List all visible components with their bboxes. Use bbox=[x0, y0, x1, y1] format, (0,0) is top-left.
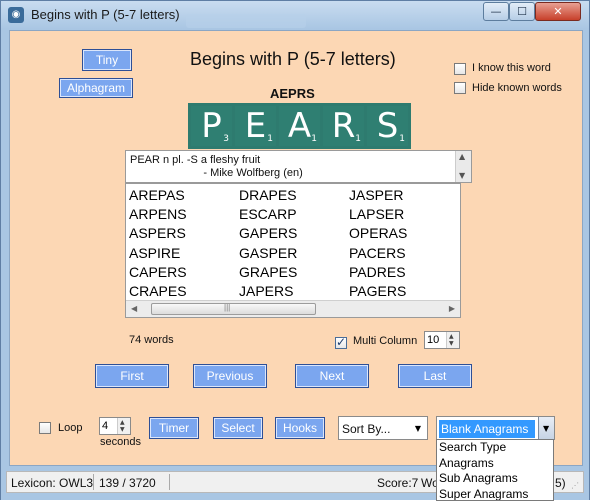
chevron-down-icon: ▼ bbox=[415, 424, 421, 433]
list-item[interactable]: ESCARP bbox=[239, 205, 297, 224]
definition-scrollbar[interactable]: ▲ ▼ bbox=[455, 151, 471, 182]
background-window-hint bbox=[186, 14, 306, 28]
first-button[interactable]: First bbox=[95, 364, 169, 388]
seconds-stepper[interactable]: 4 ▲ ▼ bbox=[99, 417, 131, 435]
definition-box[interactable]: PEAR n pl. -S a fleshy fruit - Mike Wolf… bbox=[125, 150, 472, 183]
window-title: Begins with P (5-7 letters) bbox=[31, 7, 180, 22]
seconds-value: 4 bbox=[102, 420, 108, 432]
multi-column-checkbox[interactable] bbox=[335, 337, 347, 349]
word-list-hscrollbar[interactable]: ◀ ▶ bbox=[126, 300, 460, 317]
status-lexicon: Lexicon: OWL3 bbox=[11, 476, 93, 490]
loop-label: Loop bbox=[58, 422, 82, 434]
stepper-up-icon[interactable]: ▲ bbox=[120, 419, 125, 426]
close-button[interactable]: ✕ bbox=[535, 2, 581, 21]
menu-item-super-anagrams[interactable]: Super Anagrams bbox=[437, 487, 553, 501]
letter-tile: R1 bbox=[323, 106, 364, 146]
main-panel: Tiny Alphagram Begins with P (5-7 letter… bbox=[9, 30, 583, 466]
letter-tile: A1 bbox=[279, 106, 320, 146]
tiny-button[interactable]: Tiny bbox=[82, 49, 132, 71]
list-item[interactable]: DRAPES bbox=[239, 186, 297, 205]
multi-column-label: Multi Column bbox=[353, 335, 417, 347]
alphagram-text: AEPRS bbox=[270, 86, 315, 101]
word-tiles: P3 E1 A1 R1 S1 bbox=[188, 103, 411, 149]
status-score: Score:7 bbox=[377, 476, 418, 490]
scroll-right-arrow-icon[interactable]: ▶ bbox=[449, 304, 455, 313]
page-title: Begins with P (5-7 letters) bbox=[190, 49, 396, 70]
previous-button[interactable]: Previous bbox=[193, 364, 267, 388]
seconds-label: seconds bbox=[100, 436, 141, 448]
stepper-arrows[interactable]: ▲ ▼ bbox=[446, 332, 459, 348]
know-word-label: I know this word bbox=[472, 62, 551, 74]
resize-grip-icon[interactable]: ⋰ bbox=[571, 481, 579, 490]
owl-icon: ◉ bbox=[8, 7, 24, 23]
column-count-value: 10 bbox=[427, 334, 439, 346]
letter-tile: S1 bbox=[367, 106, 408, 146]
scroll-thumb[interactable] bbox=[151, 303, 316, 315]
app-window: ◉ Begins with P (5-7 letters) — ☐ ✕ Tiny… bbox=[0, 0, 590, 500]
know-word-checkbox[interactable] bbox=[454, 63, 466, 75]
menu-item-anagrams[interactable]: Anagrams bbox=[437, 456, 553, 472]
list-item[interactable]: JAPERS bbox=[239, 282, 297, 301]
word-column-2: DRAPES ESCARP GAPERS GASPER GRAPES JAPER… bbox=[239, 186, 297, 301]
menu-item-search-type[interactable]: Search Type bbox=[437, 440, 553, 456]
status-tail: 5) bbox=[555, 476, 566, 490]
loop-checkbox[interactable] bbox=[39, 422, 51, 434]
search-type-value: Blank Anagrams bbox=[439, 420, 535, 438]
stepper-up-icon[interactable]: ▲ bbox=[449, 333, 454, 340]
word-column-3: JASPER LAPSER OPERAS PACERS PADRES PAGER… bbox=[349, 186, 407, 301]
stepper-down-icon[interactable]: ▼ bbox=[449, 340, 454, 347]
list-item[interactable]: LAPSER bbox=[349, 205, 407, 224]
stepper-arrows[interactable]: ▲ ▼ bbox=[117, 418, 130, 434]
list-item[interactable]: ASPIRE bbox=[129, 244, 187, 263]
last-button[interactable]: Last bbox=[398, 364, 472, 388]
sort-by-value: Sort By... bbox=[342, 422, 390, 436]
chevron-down-icon: ▼ bbox=[543, 424, 549, 433]
list-item[interactable]: CAPERS bbox=[129, 263, 187, 282]
list-item[interactable]: JASPER bbox=[349, 186, 407, 205]
word-column-1: AREPAS ARPENS ASPERS ASPIRE CAPERS CRAPE… bbox=[129, 186, 187, 301]
scroll-up-arrow-icon[interactable]: ▲ bbox=[459, 152, 465, 161]
next-button[interactable]: Next bbox=[295, 364, 369, 388]
list-item[interactable]: PAGERS bbox=[349, 282, 407, 301]
scroll-left-arrow-icon[interactable]: ◀ bbox=[131, 304, 137, 313]
list-item[interactable]: OPERAS bbox=[349, 224, 407, 243]
definition-line-1: PEAR n pl. -S a fleshy fruit bbox=[130, 154, 260, 167]
status-divider bbox=[93, 474, 94, 490]
list-item[interactable]: ARPENS bbox=[129, 205, 187, 224]
hide-known-checkbox[interactable] bbox=[454, 82, 466, 94]
list-item[interactable]: GRAPES bbox=[239, 263, 297, 282]
list-item[interactable]: ASPERS bbox=[129, 224, 187, 243]
timer-button[interactable]: Timer bbox=[149, 417, 199, 439]
menu-item-sub-anagrams[interactable]: Sub Anagrams bbox=[437, 471, 553, 487]
sort-by-dropdown[interactable]: Sort By... ▼ bbox=[338, 416, 428, 440]
list-item[interactable]: PACERS bbox=[349, 244, 407, 263]
alphagram-button[interactable]: Alphagram bbox=[59, 78, 133, 98]
status-position: 139 / 3720 bbox=[99, 476, 156, 490]
list-item[interactable]: GASPER bbox=[239, 244, 297, 263]
hooks-button[interactable]: Hooks bbox=[275, 417, 325, 439]
definition-line-2: - Mike Wolfberg (en) bbox=[130, 167, 303, 180]
list-item[interactable]: CRAPES bbox=[129, 282, 187, 301]
list-item[interactable]: GAPERS bbox=[239, 224, 297, 243]
list-item[interactable]: PADRES bbox=[349, 263, 407, 282]
search-type-menu[interactable]: Search Type Anagrams Sub Anagrams Super … bbox=[436, 439, 554, 501]
letter-tile: E1 bbox=[235, 106, 276, 146]
maximize-button[interactable]: ☐ bbox=[509, 2, 535, 21]
status-divider bbox=[169, 474, 170, 490]
search-type-dropdown[interactable]: Blank Anagrams ▼ bbox=[436, 416, 555, 440]
dropdown-button[interactable]: ▼ bbox=[538, 417, 554, 439]
minimize-button[interactable]: — bbox=[483, 2, 509, 21]
letter-tile: P3 bbox=[191, 106, 232, 146]
word-list[interactable]: AREPAS ARPENS ASPERS ASPIRE CAPERS CRAPE… bbox=[125, 183, 461, 318]
column-count-stepper[interactable]: 10 ▲ ▼ bbox=[424, 331, 460, 349]
title-bar[interactable]: ◉ Begins with P (5-7 letters) — ☐ ✕ bbox=[1, 1, 589, 29]
list-item[interactable]: AREPAS bbox=[129, 186, 187, 205]
hide-known-label: Hide known words bbox=[472, 82, 562, 94]
scroll-down-arrow-icon[interactable]: ▼ bbox=[459, 171, 465, 180]
select-button[interactable]: Select bbox=[213, 417, 263, 439]
word-count: 74 words bbox=[129, 334, 174, 346]
stepper-down-icon[interactable]: ▼ bbox=[120, 426, 125, 433]
